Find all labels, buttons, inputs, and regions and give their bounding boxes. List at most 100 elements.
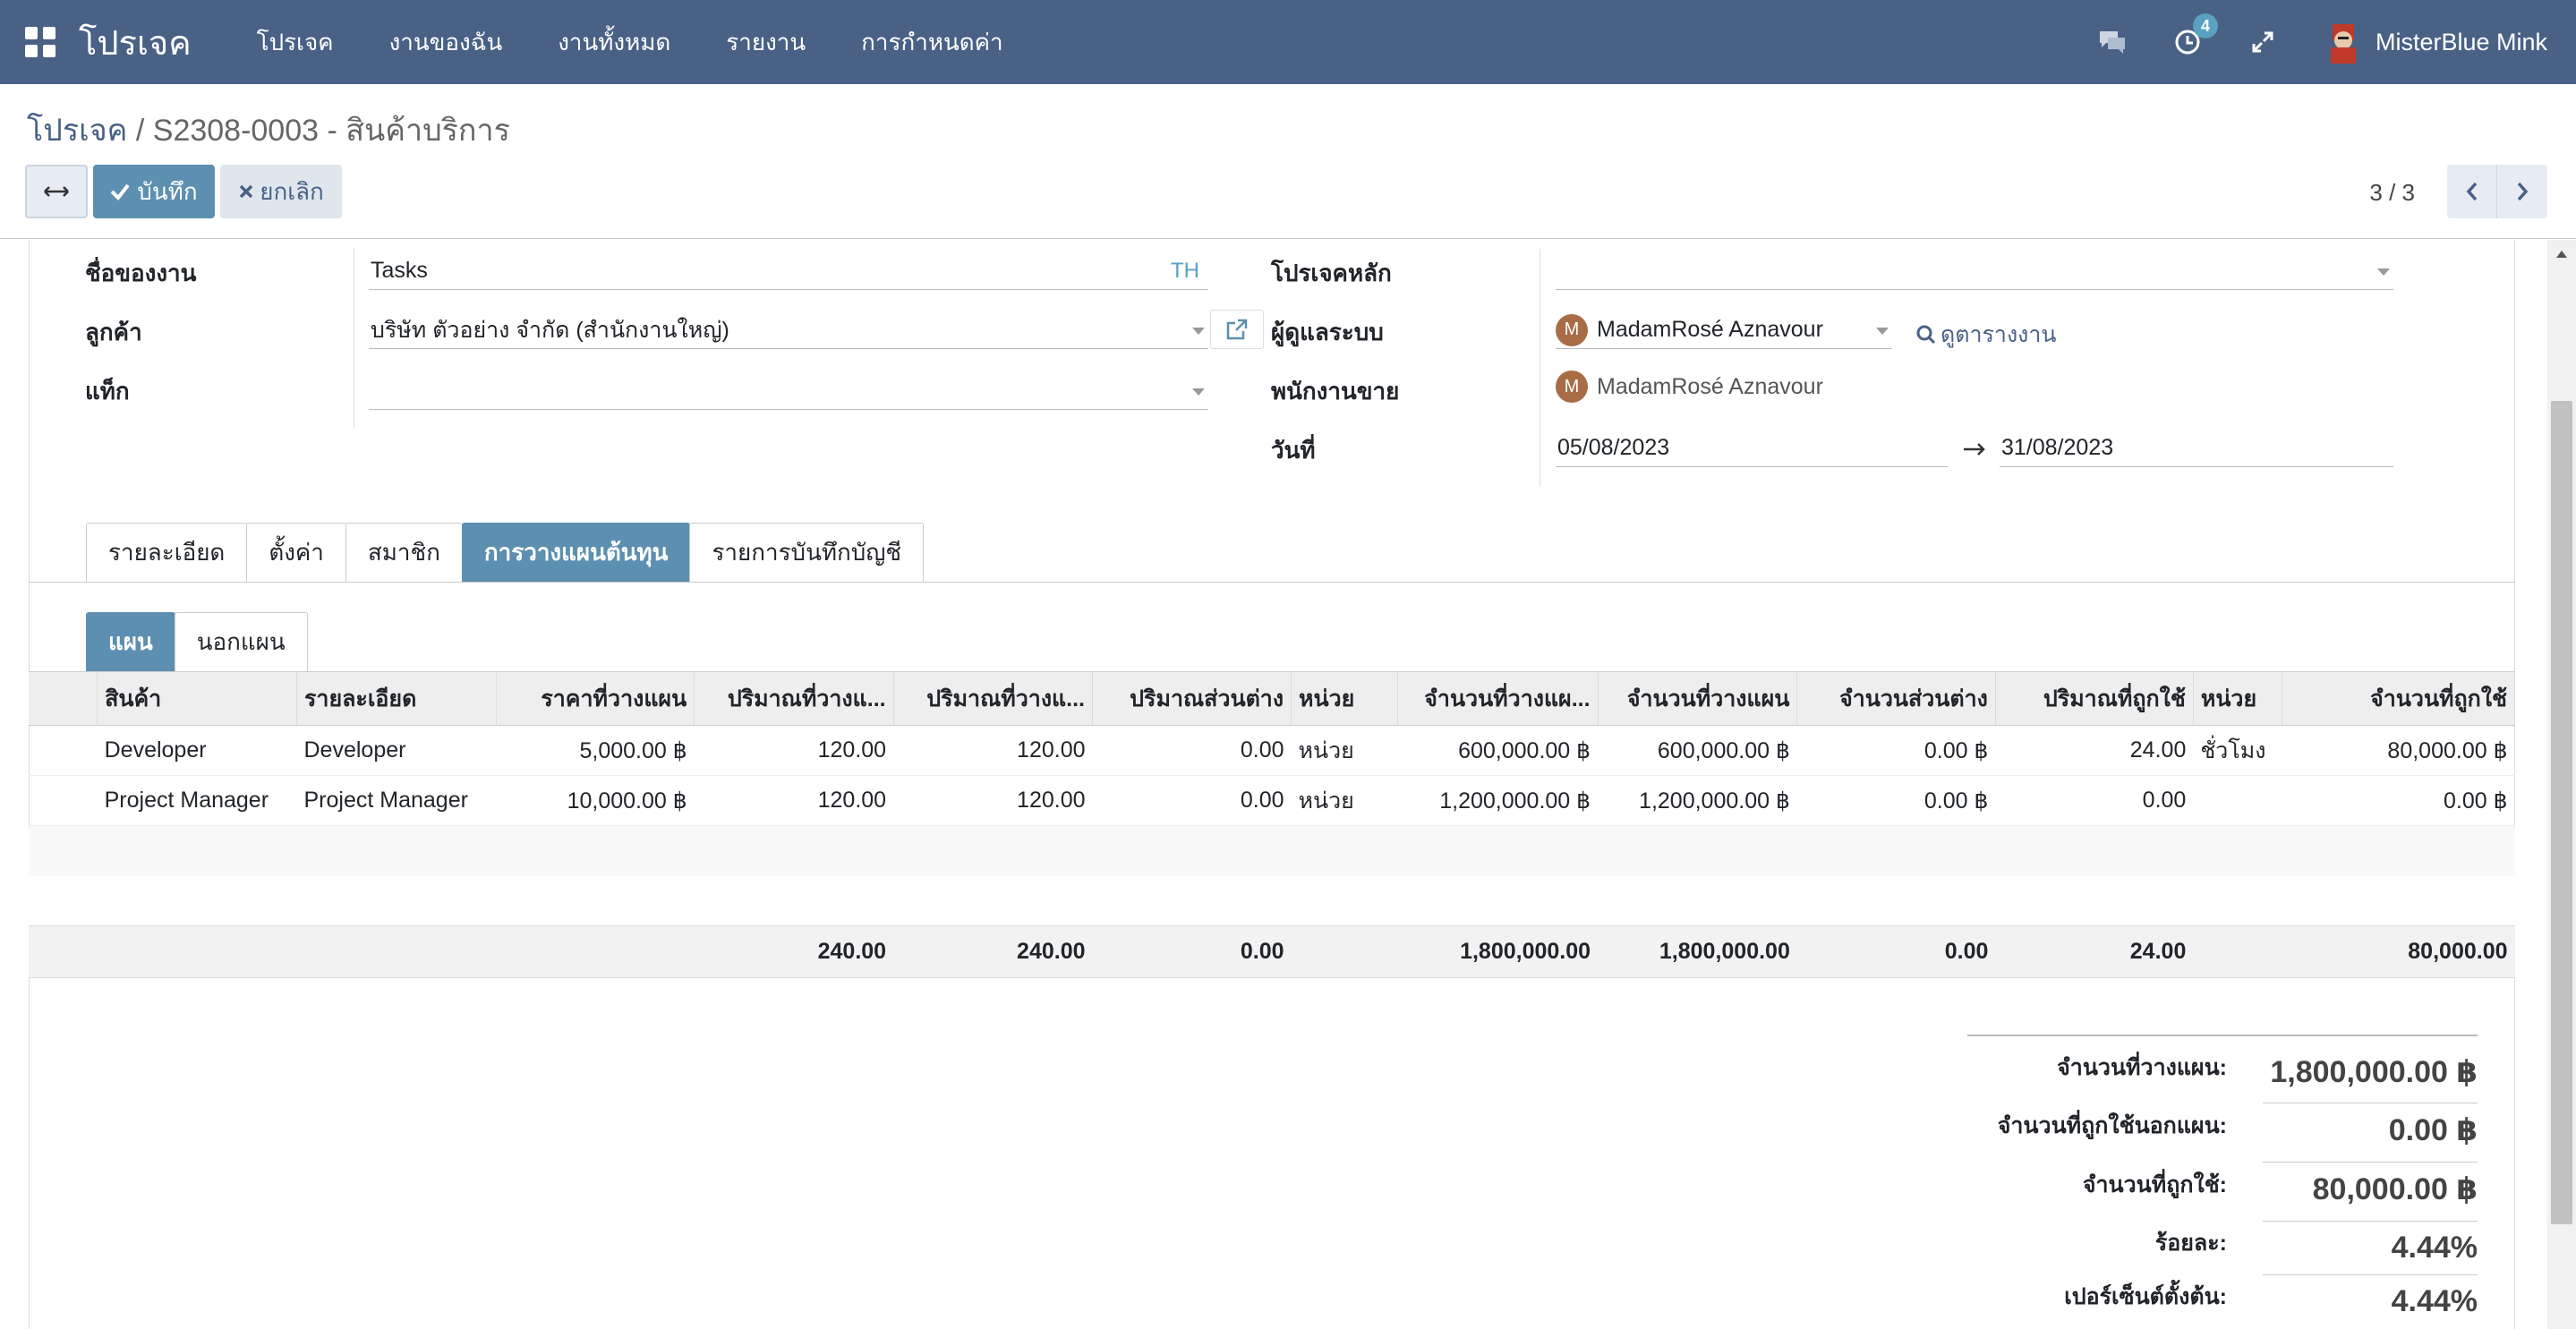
chat-icon[interactable] (2094, 24, 2130, 60)
header-used-amount[interactable]: จำนวนที่ถูกใช้ (2282, 671, 2516, 726)
salesperson-avatar: M (1556, 371, 1588, 403)
date-start-field[interactable]: 05/08/2023 (1556, 430, 1948, 467)
summary-planned-amount: จำนวนที่วางแผน: 1,800,000.00 ฿ (1905, 1045, 2478, 1090)
expand-button[interactable] (25, 165, 88, 218)
menu-item-projects[interactable]: โปรเจค (257, 24, 334, 61)
empty-row (29, 825, 2515, 876)
header-amount-diff[interactable]: จำนวนส่วนต่าง (1796, 671, 1996, 726)
header-planned-amount-2[interactable]: จำนวนที่วางแผน (1598, 671, 1798, 726)
save-button[interactable]: บันทึก (93, 165, 215, 218)
summary-label: จำนวนที่ถูกใช้: (2082, 1171, 2227, 1197)
table-row[interactable]: Project Manager Project Manager 10,000.0… (29, 775, 2515, 826)
admin-label: ผู้ดูแลระบบ (1271, 319, 1384, 345)
menu-item-my-tasks[interactable]: งานของฉัน (389, 24, 503, 61)
summary-initial-percent: เปอร์เซ็นต์ตั้งต้น: 4.44% (1905, 1274, 2478, 1319)
header-used-qty[interactable]: ปริมาณที่ถูกใช้ (1995, 671, 2194, 726)
task-name-value: Tasks (371, 258, 428, 283)
cell-used-uom (2193, 775, 2282, 826)
header-planned-price[interactable]: ราคาที่วางแผน (496, 671, 695, 726)
form-buttons: บันทึก ยกเลิก (25, 165, 347, 218)
discard-button[interactable]: ยกเลิก (220, 165, 342, 218)
pager-value: 3 / 3 (2369, 179, 2415, 206)
parent-project-field[interactable] (1556, 252, 2393, 290)
footer-cell (296, 925, 497, 978)
external-link-button[interactable] (1210, 310, 1264, 349)
pager-previous-button[interactable] (2447, 165, 2497, 218)
view-schedule-link[interactable]: ดูตารางงาน (1915, 317, 2057, 353)
tab-journal-items[interactable]: รายการบันทึกบัญชี (689, 523, 925, 582)
tags-label: แท็ก (85, 378, 130, 405)
cell-used-qty: 0.00 (1995, 775, 2194, 826)
header-planned-amount-1[interactable]: จำนวนที่วางแผ... (1397, 671, 1599, 726)
view-schedule-label: ดูตารางงาน (1941, 322, 2057, 347)
save-label: บันทึก (137, 177, 198, 205)
date-end-field[interactable]: 31/08/2023 (2000, 430, 2393, 467)
summary-label: ร้อยละ: (2154, 1231, 2227, 1256)
table-footer-row: 240.00 240.00 0.00 1,800,000.00 1,800,00… (29, 925, 2515, 978)
footer-cell (2193, 925, 2282, 978)
header-uom[interactable]: หน่วย (1291, 671, 1399, 726)
tags-field[interactable] (369, 372, 1208, 410)
admin-field[interactable]: M MadamRosé Aznavour (1556, 311, 1892, 349)
header-description[interactable]: รายละเอียด (296, 671, 497, 726)
activity-clock-icon[interactable]: 4 (2170, 13, 2218, 60)
scroll-up-arrow[interactable] (2556, 251, 2567, 258)
scrollbar[interactable] (2547, 240, 2576, 1329)
footer-planned-qty-2: 240.00 (893, 925, 1093, 978)
arrow-right-icon (1964, 443, 1985, 456)
summary-label: เปอร์เซ็นต์ตั้งต้น: (2064, 1284, 2227, 1309)
header-planned-qty-2[interactable]: ปริมาณที่วางแ... (893, 671, 1094, 726)
menu-item-reports[interactable]: รายงาน (726, 24, 806, 61)
cell-amount-diff: 0.00 ฿ (1796, 725, 1996, 776)
user-menu[interactable]: MisterBlue Mink (2325, 21, 2547, 64)
header-planned-qty-1[interactable]: ปริมาณที่วางแ... (694, 671, 894, 726)
cell-planned-qty-2: 120.00 (893, 725, 1093, 776)
task-name-field[interactable]: Tasks TH (369, 252, 1208, 290)
top-navbar: โปรเจค โปรเจค งานของฉัน งานทั้งหมด รายงา… (0, 0, 2576, 84)
tab-settings[interactable]: ตั้งค่า (246, 523, 346, 582)
summary-value: 0.00 ฿ (2263, 1103, 2478, 1148)
tab-details[interactable]: รายละเอียด (86, 523, 248, 582)
cell-planned-price: 10,000.00 ฿ (496, 775, 695, 826)
fullscreen-icon[interactable] (2245, 24, 2281, 60)
salesperson-value: MadamRosé Aznavour (1597, 373, 1823, 399)
date-label: วันที่ (1271, 437, 1316, 464)
cell-planned-amount-1: 1,200,000.00 ฿ (1397, 775, 1599, 826)
cell-used-uom: ชั่วโมง (2193, 725, 2282, 776)
empty-row (29, 875, 2515, 926)
discard-label: ยกเลิก (260, 177, 324, 205)
header-product[interactable]: สินค้า (97, 671, 297, 726)
tab-cost-planning[interactable]: การวางแผนต้นทุน (461, 523, 691, 582)
user-name: MisterBlue Mink (2375, 28, 2547, 55)
cost-plan-table: สินค้า รายละเอียด ราคาที่วางแผน ปริมาณที… (29, 671, 2516, 978)
table-header-row: สินค้า รายละเอียด ราคาที่วางแผน ปริมาณที… (29, 671, 2516, 726)
plan-subtabs: แผน นอกแผน (86, 612, 308, 671)
footer-planned-amount-2: 1,800,000.00 (1598, 925, 1797, 978)
breadcrumb-parent[interactable]: โปรเจค (27, 114, 127, 148)
table-row[interactable]: Developer Developer 5,000.00 ฿ 120.00 12… (29, 725, 2515, 776)
user-avatar (2330, 24, 2356, 64)
menu-item-all-tasks[interactable]: งานทั้งหมด (558, 24, 670, 61)
pager-next-button[interactable] (2497, 165, 2547, 218)
header-used-uom[interactable]: หน่วย (2193, 671, 2282, 726)
menu-item-configuration[interactable]: การกำหนดค่า (861, 24, 1002, 61)
header-qty-diff[interactable]: ปริมาณส่วนต่าง (1092, 671, 1292, 726)
tab-members[interactable]: สมาชิก (345, 523, 463, 582)
language-button[interactable]: TH (1171, 259, 1199, 284)
scroll-thumb[interactable] (2551, 401, 2572, 1224)
subtab-out-of-plan[interactable]: นอกแผน (174, 612, 308, 671)
summary-value: 4.44% (2263, 1221, 2478, 1265)
chevron-down-icon (1192, 388, 1205, 396)
cell-planned-qty-1: 120.00 (694, 775, 894, 826)
chevron-down-icon (2377, 268, 2390, 276)
subtab-plan[interactable]: แผน (86, 612, 175, 671)
main-menu: โปรเจค งานของฉัน งานทั้งหมด รายงาน การกำ… (229, 24, 1031, 61)
chevron-right-icon (2517, 182, 2529, 201)
apps-menu-icon[interactable] (25, 27, 55, 57)
chevron-down-icon (1876, 328, 1889, 335)
customer-field[interactable]: บริษัท ตัวอย่าง จำกัด (สำนักงานใหญ่) (369, 311, 1208, 349)
summary-used-out-of-plan: จำนวนที่ถูกใช้นอกแผน: 0.00 ฿ (1905, 1103, 2478, 1148)
search-icon (1916, 325, 1936, 345)
cell-planned-price: 5,000.00 ฿ (496, 725, 695, 776)
footer-qty-diff: 0.00 (1092, 925, 1292, 978)
